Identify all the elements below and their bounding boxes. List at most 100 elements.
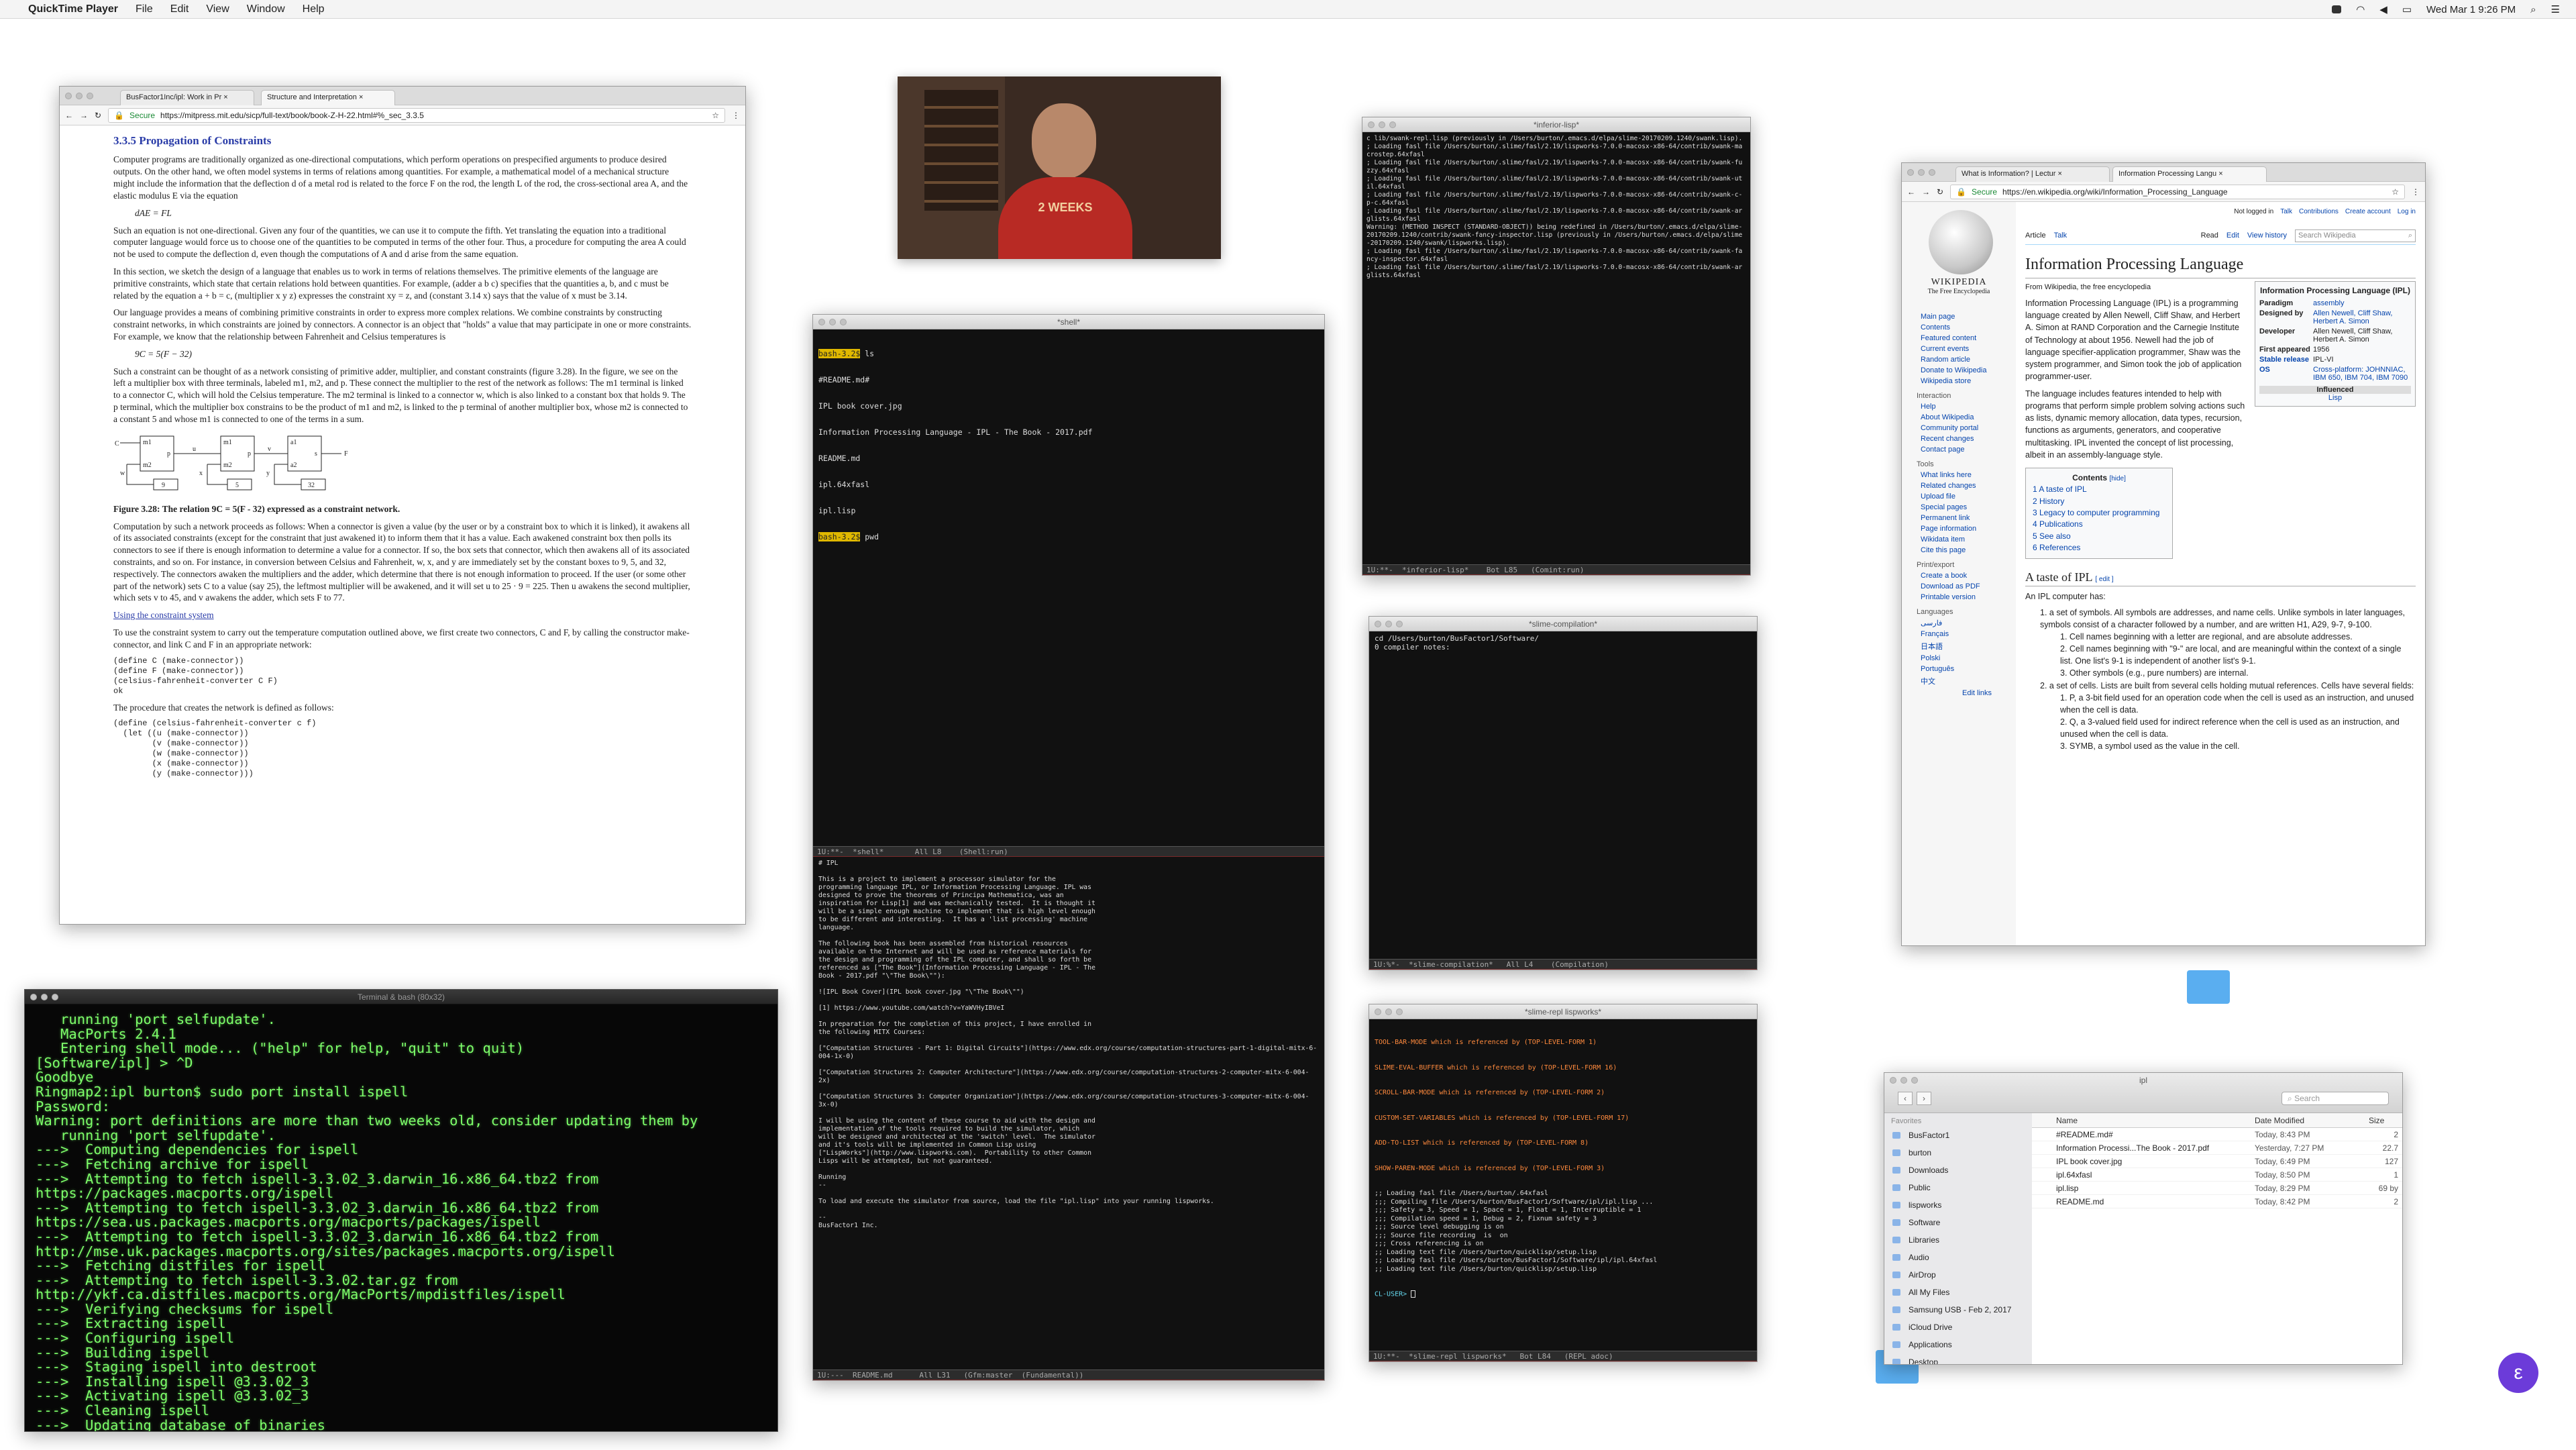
window-controls[interactable] <box>65 93 93 99</box>
print-printable[interactable]: Printable version <box>1921 593 2016 601</box>
tool-page-info[interactable]: Page information <box>1921 525 2016 533</box>
nav-donate[interactable]: Donate to Wikipedia <box>1921 366 2016 374</box>
sidebar-item-icloud-drive[interactable]: iCloud Drive <box>1884 1318 2032 1336</box>
sidebar-item-downloads[interactable]: Downloads <box>1884 1161 2032 1179</box>
nav-help[interactable]: Help <box>1921 403 2016 411</box>
volume-icon[interactable]: ◀ <box>2379 3 2387 15</box>
file-row[interactable]: IPL book cover.jpg Today, 6:49 PM 127 <box>2032 1155 2402 1168</box>
wiki-search-input[interactable]: Search Wikipedia ⌕ <box>2295 229 2416 243</box>
sidebar-item-audio[interactable]: Audio <box>1884 1249 2032 1266</box>
repl-buffer[interactable]: TOOL-BAR-MODE which is referenced by (TO… <box>1369 1019 1757 1351</box>
user-talk-link[interactable]: Talk <box>2280 207 2292 217</box>
tab-read[interactable]: Read <box>2201 231 2218 242</box>
tool-wikidata[interactable]: Wikidata item <box>1921 535 2016 543</box>
forward-icon[interactable]: → <box>80 111 88 120</box>
spotlight-icon[interactable]: ⌕ <box>2530 4 2536 15</box>
nav-community[interactable]: Community portal <box>1921 424 2016 432</box>
window-controls[interactable] <box>1368 121 1396 128</box>
constraint-system-link[interactable]: Using the constraint system <box>113 609 692 621</box>
window-controls[interactable] <box>1375 621 1403 627</box>
file-row[interactable]: #README.md# Today, 8:43 PM 2 <box>2032 1128 2402 1141</box>
sidebar-item-desktop[interactable]: Desktop <box>1884 1353 2032 1364</box>
reload-icon[interactable]: ↻ <box>95 111 101 120</box>
back-icon[interactable]: ← <box>1907 187 1915 197</box>
section-edit-link[interactable]: [ edit ] <box>2095 576 2113 583</box>
create-account-link[interactable]: Create account <box>2345 207 2391 217</box>
sidebar-item-samsung-usb[interactable]: Samsung USB - Feb 2, 2017 <box>1884 1301 2032 1318</box>
print-pdf[interactable]: Download as PDF <box>1921 582 2016 590</box>
back-icon[interactable]: ‹ <box>1898 1092 1913 1105</box>
window-controls[interactable] <box>1375 1008 1403 1015</box>
sidebar-item-lispworks[interactable]: lispworks <box>1884 1196 2032 1214</box>
notification-center-icon[interactable]: ☰ <box>2551 3 2560 15</box>
menu-edit[interactable]: Edit <box>170 3 189 15</box>
menu-window[interactable]: Window <box>247 3 285 15</box>
tab-view-history[interactable]: View history <box>2247 231 2287 242</box>
sidebar-item-burton[interactable]: burton <box>1884 1144 2032 1161</box>
lang-link[interactable]: Français <box>1921 630 2016 638</box>
sidebar-item-software[interactable]: Software <box>1884 1214 2032 1231</box>
finder-search-input[interactable]: ⌕ Search <box>2282 1092 2389 1105</box>
sidebar-item-libraries[interactable]: Libraries <box>1884 1231 2032 1249</box>
toc-item[interactable]: 2 History <box>2033 496 2165 507</box>
forward-icon[interactable]: → <box>1922 187 1930 197</box>
toc-item[interactable]: 4 Publications <box>2033 519 2165 530</box>
infobox-lisp-link[interactable]: Lisp <box>2259 394 2411 402</box>
menu-app-name[interactable]: QuickTime Player <box>28 3 118 15</box>
tool-special-pages[interactable]: Special pages <box>1921 503 2016 511</box>
lang-link[interactable]: Português <box>1921 665 2016 673</box>
tab-what-is-information[interactable]: What is Information? | Lectur × <box>1955 166 2110 182</box>
toc-item[interactable]: 3 Legacy to computer programming <box>2033 507 2165 519</box>
bookmark-star-icon[interactable]: ☆ <box>712 111 719 120</box>
lang-link[interactable]: 中文 <box>1921 676 2016 686</box>
link-text[interactable]: Using the constraint system <box>113 610 214 620</box>
sidebar-item-applications[interactable]: Applications <box>1884 1336 2032 1353</box>
window-controls[interactable] <box>30 994 58 1000</box>
nav-about[interactable]: About Wikipedia <box>1921 413 2016 421</box>
menu-dots-icon[interactable]: ⋮ <box>732 111 740 120</box>
file-row[interactable]: Information Processi...The Book - 2017.p… <box>2032 1141 2402 1155</box>
tab-github[interactable]: BusFactor1Inc/ipl: Work in Pr × <box>120 90 254 105</box>
forward-icon[interactable]: › <box>1917 1092 1931 1105</box>
file-row[interactable]: ipl.64xfasl Today, 8:50 PM 1 <box>2032 1168 2402 1182</box>
menu-help[interactable]: Help <box>303 3 325 15</box>
nav-recent-changes[interactable]: Recent changes <box>1921 435 2016 443</box>
edit-links[interactable]: Edit links <box>1962 689 2016 697</box>
login-link[interactable]: Log in <box>2398 207 2416 217</box>
tab-talk[interactable]: Talk <box>2054 231 2068 242</box>
back-icon[interactable]: ← <box>65 111 73 120</box>
lang-link[interactable]: فارسی <box>1921 619 2016 627</box>
clock[interactable]: Wed Mar 1 9:26 PM <box>2426 4 2516 15</box>
url-input[interactable]: 🔒 Secure https://mitpress.mit.edu/sicp/f… <box>108 107 725 123</box>
battery-icon[interactable]: ▭ <box>2402 3 2412 15</box>
tool-permanent-link[interactable]: Permanent link <box>1921 514 2016 522</box>
sidebar-item-busfactor1[interactable]: BusFactor1 <box>1884 1127 2032 1144</box>
tab-article[interactable]: Article <box>2025 231 2046 242</box>
col-name[interactable]: Name <box>2032 1113 2255 1127</box>
nav-random[interactable]: Random article <box>1921 356 2016 364</box>
sidebar-item-public[interactable]: Public <box>1884 1179 2032 1196</box>
menu-file[interactable]: File <box>136 3 153 15</box>
file-row[interactable]: README.md Today, 8:42 PM 2 <box>2032 1195 2402 1208</box>
toc-hide-link[interactable]: [hide] <box>2109 475 2125 482</box>
toc-item[interactable]: 5 See also <box>2033 531 2165 542</box>
tool-cite[interactable]: Cite this page <box>1921 546 2016 554</box>
terminal-output[interactable]: running 'port selfupdate'. MacPorts 2.4.… <box>25 1004 777 1431</box>
desktop-folder-icon[interactable] <box>2187 970 2230 1004</box>
print-create-book[interactable]: Create a book <box>1921 572 2016 580</box>
wikipedia-globe-logo[interactable] <box>1929 210 1993 274</box>
menu-view[interactable]: View <box>206 3 229 15</box>
emacs-app-icon[interactable]: ε <box>2498 1353 2538 1393</box>
tab-edit[interactable]: Edit <box>2226 231 2239 242</box>
window-controls[interactable] <box>1907 169 1935 176</box>
lang-link[interactable]: Polski <box>1921 654 2016 662</box>
repl-prompt[interactable]: CL-USER> <box>1375 1290 1752 1299</box>
nav-contact[interactable]: Contact page <box>1921 446 2016 454</box>
tool-related-changes[interactable]: Related changes <box>1921 482 2016 490</box>
lang-link[interactable]: 日本語 <box>1921 641 2016 652</box>
contributions-link[interactable]: Contributions <box>2299 207 2339 217</box>
shell-buffer[interactable]: bash-3.2$ ls #README.md# IPL book cover.… <box>813 329 1324 846</box>
tool-what-links-here[interactable]: What links here <box>1921 471 2016 479</box>
nav-featured[interactable]: Featured content <box>1921 334 2016 342</box>
url-input[interactable]: 🔒 Secure https://en.wikipedia.org/wiki/I… <box>1950 184 2405 199</box>
